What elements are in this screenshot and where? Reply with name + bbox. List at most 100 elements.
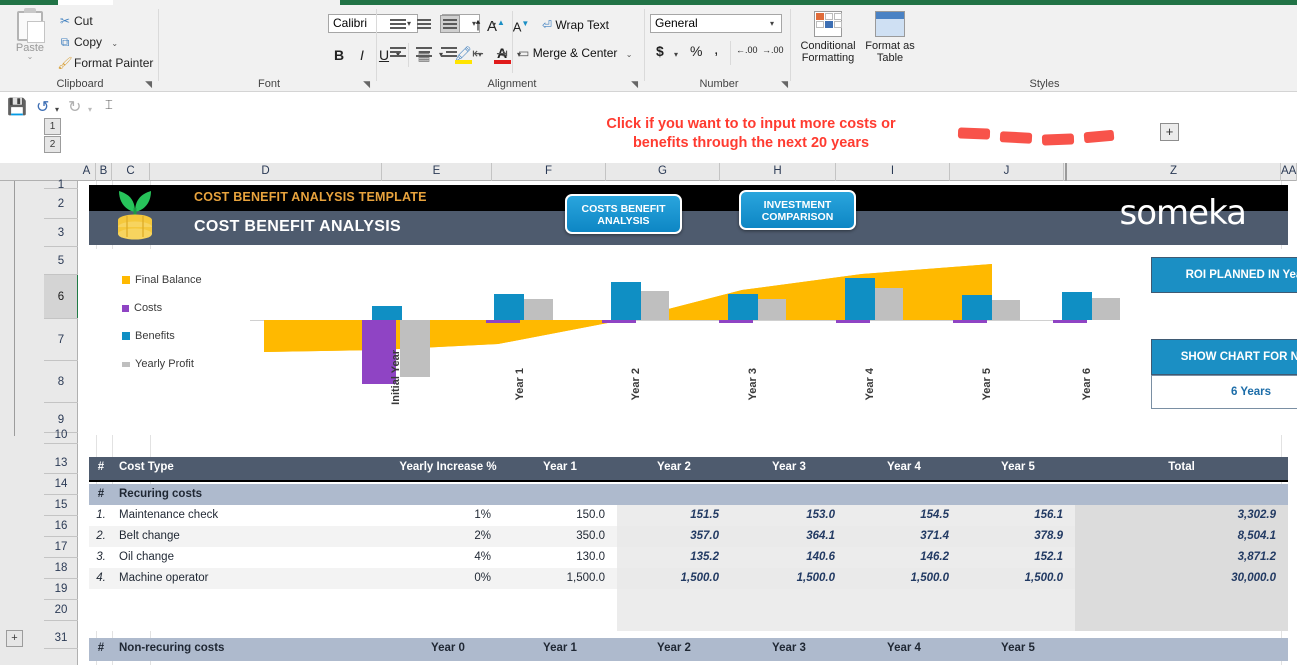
redo-icon[interactable]: ↻: [68, 97, 81, 117]
chart-bar-benefits-initial: [372, 306, 402, 320]
cut-button[interactable]: ✂ Cut: [56, 11, 93, 31]
row-cost-type: Belt change: [119, 530, 180, 542]
row-cost-type: Oil change: [119, 551, 174, 563]
comma-style-button[interactable]: ,: [714, 41, 718, 59]
currency-button[interactable]: $: [656, 43, 664, 59]
bold-button[interactable]: B: [330, 45, 348, 65]
row-header-1[interactable]: 1: [44, 179, 78, 191]
increase-decimal-button[interactable]: ←.00: [736, 45, 758, 55]
chevron-down-icon[interactable]: ▾: [770, 19, 774, 28]
row-header-14[interactable]: 14: [44, 474, 78, 495]
row-header-18[interactable]: 18: [44, 558, 78, 579]
percent-icon: %: [690, 43, 703, 59]
col-header-C[interactable]: C: [112, 163, 150, 181]
clipboard-dialog-launcher[interactable]: ◥: [145, 79, 152, 90]
row-header-19[interactable]: 19: [44, 579, 78, 600]
row-header-16[interactable]: 16: [44, 516, 78, 537]
chevron-down-icon[interactable]: ▾: [88, 105, 92, 114]
row-header-20[interactable]: 20: [44, 600, 78, 621]
expand-columns-button[interactable]: +: [1160, 123, 1179, 141]
row-header-2[interactable]: 2: [44, 189, 78, 219]
table-row[interactable]: 2. Belt change 2% 350.0 357.0 364.1 371.…: [89, 526, 1288, 547]
nav-button-investment-comparison[interactable]: INVESTMENT COMPARISON: [739, 190, 856, 230]
paste-button[interactable]: Paste ⌄: [6, 8, 54, 73]
align-center-icon[interactable]: [416, 45, 436, 63]
row-header-10[interactable]: 10: [44, 429, 78, 444]
chevron-down-icon[interactable]: ▾: [492, 20, 496, 29]
percent-style-button[interactable]: %: [690, 43, 702, 59]
alignment-dialog-launcher[interactable]: ◥: [631, 79, 638, 90]
table-row[interactable]: 3. Oil change 4% 130.0 135.2 140.6 146.2…: [89, 547, 1288, 568]
italic-button[interactable]: I: [353, 45, 371, 65]
row-yearly-increase: 1%: [474, 509, 491, 521]
decrease-decimal-button[interactable]: →.00: [762, 45, 784, 55]
row-header-15[interactable]: 15: [44, 495, 78, 516]
align-top-icon[interactable]: [390, 17, 410, 35]
row-header-17[interactable]: 17: [44, 537, 78, 558]
row-header-13[interactable]: 13: [44, 453, 78, 474]
chart-bar-costs-year5: [953, 320, 987, 323]
customize-quick-access-icon[interactable]: ⌶: [105, 97, 113, 113]
format-painter-button[interactable]: 🖌Format Painter: [56, 53, 153, 73]
nav-button-costs-benefit-analysis[interactable]: COSTS BENEFIT ANALYSIS: [565, 194, 682, 234]
chevron-down-icon[interactable]: ⌄: [626, 50, 633, 59]
align-bottom-icon[interactable]: [440, 15, 460, 33]
save-icon[interactable]: 💾: [7, 97, 27, 117]
col-header-H[interactable]: H: [720, 163, 836, 181]
group-label-alignment: Alignment: [487, 78, 537, 90]
col-header-Z[interactable]: Z: [1067, 163, 1281, 181]
worksheet-grid[interactable]: COST BENEFIT ANALYSIS TEMPLATE COST BENE…: [78, 181, 1297, 665]
col-header-AA[interactable]: AA: [1281, 163, 1297, 181]
outline-column-level-1[interactable]: 1: [44, 118, 61, 135]
table-empty-row[interactable]: [89, 610, 1288, 631]
decrease-indent-button[interactable]: ⇤: [468, 43, 488, 63]
chevron-down-icon[interactable]: ⌄: [6, 53, 54, 61]
orientation-button[interactable]: 🠕: [468, 15, 488, 35]
chevron-down-icon[interactable]: ⌄: [111, 39, 118, 48]
table-row[interactable]: 1. Maintenance check 1% 150.0 151.5 153.…: [89, 505, 1288, 526]
row-header-7[interactable]: 7: [44, 319, 78, 361]
undo-icon[interactable]: ↺: [36, 97, 49, 117]
chevron-down-icon[interactable]: ▾: [674, 50, 678, 59]
outline-column-level-2[interactable]: 2: [44, 136, 61, 153]
show-chart-for-next-button[interactable]: SHOW CHART FOR NEXT: [1151, 339, 1297, 375]
chart-bar-profit-year1: [523, 299, 553, 320]
row-header-8[interactable]: 8: [44, 361, 78, 403]
table-row[interactable]: 4. Machine operator 0% 1,500.0 1,500.0 1…: [89, 568, 1288, 589]
align-right-icon[interactable]: [441, 45, 461, 63]
row-index: 2.: [96, 530, 106, 542]
align-left-icon[interactable]: [390, 45, 410, 63]
outline-expand-row-button[interactable]: +: [6, 630, 23, 647]
copy-button[interactable]: ⧉ Copy ⌄: [56, 32, 118, 52]
col-header-D[interactable]: D: [150, 163, 382, 181]
conditional-formatting-button[interactable]: Conditional Formatting: [800, 9, 856, 71]
align-middle-icon[interactable]: [416, 17, 436, 35]
chevron-down-icon[interactable]: ▾: [55, 105, 59, 114]
wrap-text-button[interactable]: ⏎ Wrap Text: [542, 18, 609, 32]
format-as-table-button[interactable]: Format as Table: [862, 9, 918, 71]
annotation-line-2: benefits through the next 20 years: [632, 135, 870, 151]
arrow-dash-2: [999, 131, 1033, 144]
table-empty-row[interactable]: [89, 589, 1288, 610]
chart-bar-costs-year3: [719, 320, 753, 323]
col-header-I[interactable]: I: [836, 163, 950, 181]
col-header-B[interactable]: B: [96, 163, 112, 181]
increase-indent-button[interactable]: ⇥: [492, 43, 512, 63]
col-header-F[interactable]: F: [492, 163, 606, 181]
col-header-G[interactable]: G: [606, 163, 720, 181]
row-header-6[interactable]: 6: [44, 275, 79, 319]
outline-gutter: [0, 181, 44, 665]
col-header-J[interactable]: J: [950, 163, 1064, 181]
row-header-5[interactable]: 5: [44, 247, 78, 275]
number-format-select[interactable]: General: [650, 14, 782, 33]
col-header-E[interactable]: E: [382, 163, 492, 181]
roi-planned-button[interactable]: ROI PLANNED IN Year 4: [1151, 257, 1297, 293]
col-header-A[interactable]: A: [78, 163, 96, 181]
number-dialog-launcher[interactable]: ◥: [781, 79, 788, 90]
row-header-3[interactable]: 3: [44, 219, 78, 247]
font-dialog-launcher[interactable]: ◥: [363, 79, 370, 90]
merge-center-button[interactable]: ▭ Merge & Center ⌄: [518, 46, 632, 60]
chart-panel[interactable]: Final Balance Costs Benefits Yearly Prof…: [89, 249, 1297, 435]
row-header-31[interactable]: 31: [44, 628, 78, 649]
years-input[interactable]: 6 Years: [1151, 375, 1297, 409]
